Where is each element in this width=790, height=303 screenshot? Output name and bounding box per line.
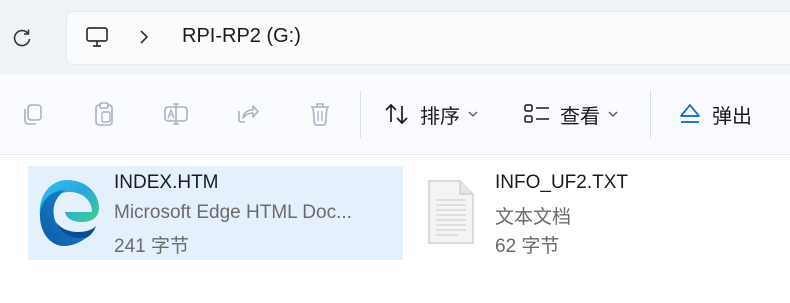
eject-button[interactable]: 弹出 bbox=[678, 96, 752, 132]
file-name: INDEX.HTM bbox=[114, 172, 219, 193]
address-box[interactable]: RPI-RP2 (G:) bbox=[66, 11, 790, 65]
paste-button[interactable] bbox=[90, 100, 118, 128]
sort-icon bbox=[385, 103, 408, 125]
address-bar-strip: RPI-RP2 (G:) bbox=[0, 0, 790, 74]
share-icon bbox=[238, 105, 259, 123]
chevron-right-icon[interactable] bbox=[137, 29, 151, 45]
file-size: 241 字节 bbox=[114, 236, 189, 257]
view-list-icon bbox=[524, 104, 549, 123]
toolbar-divider bbox=[650, 90, 651, 138]
sort-label: 排序 bbox=[420, 103, 460, 128]
chevron-down-icon bbox=[468, 111, 478, 117]
view-button[interactable]: 查看 bbox=[524, 96, 618, 132]
view-label: 查看 bbox=[560, 103, 600, 128]
rename-icon bbox=[164, 103, 188, 125]
refresh-button[interactable] bbox=[8, 24, 36, 52]
edge-icon bbox=[39, 180, 99, 246]
file-type: Microsoft Edge HTML Doc... bbox=[114, 202, 352, 223]
eject-label: 弹出 bbox=[712, 103, 752, 128]
sort-button[interactable]: 排序 bbox=[384, 96, 478, 132]
toolbar-divider bbox=[360, 90, 361, 138]
file-type: 文本文档 bbox=[495, 207, 572, 228]
file-name: INFO_UF2.TXT bbox=[495, 172, 629, 193]
computer-icon[interactable] bbox=[85, 26, 109, 48]
delete-icon bbox=[311, 103, 329, 126]
copy-button[interactable] bbox=[18, 100, 46, 128]
text-document-icon bbox=[428, 180, 474, 244]
chevron-down-icon bbox=[608, 111, 618, 117]
command-bar: 排序 查看 弹出 bbox=[0, 74, 790, 155]
share-button[interactable] bbox=[234, 100, 262, 128]
copy-icon bbox=[24, 104, 42, 125]
paste-icon bbox=[95, 102, 113, 126]
rename-button[interactable] bbox=[162, 100, 190, 128]
delete-button[interactable] bbox=[306, 100, 334, 128]
file-item-info-uf2-txt[interactable]: INFO_UF2.TXT 文本文档 62 字节 bbox=[410, 166, 785, 260]
file-size: 62 字节 bbox=[495, 236, 560, 257]
file-item-index-htm[interactable]: INDEX.HTM Microsoft Edge HTML Doc... 241… bbox=[28, 166, 403, 260]
refresh-icon bbox=[13, 29, 31, 47]
eject-icon bbox=[680, 104, 700, 123]
breadcrumb-current[interactable]: RPI-RP2 (G:) bbox=[182, 25, 301, 48]
